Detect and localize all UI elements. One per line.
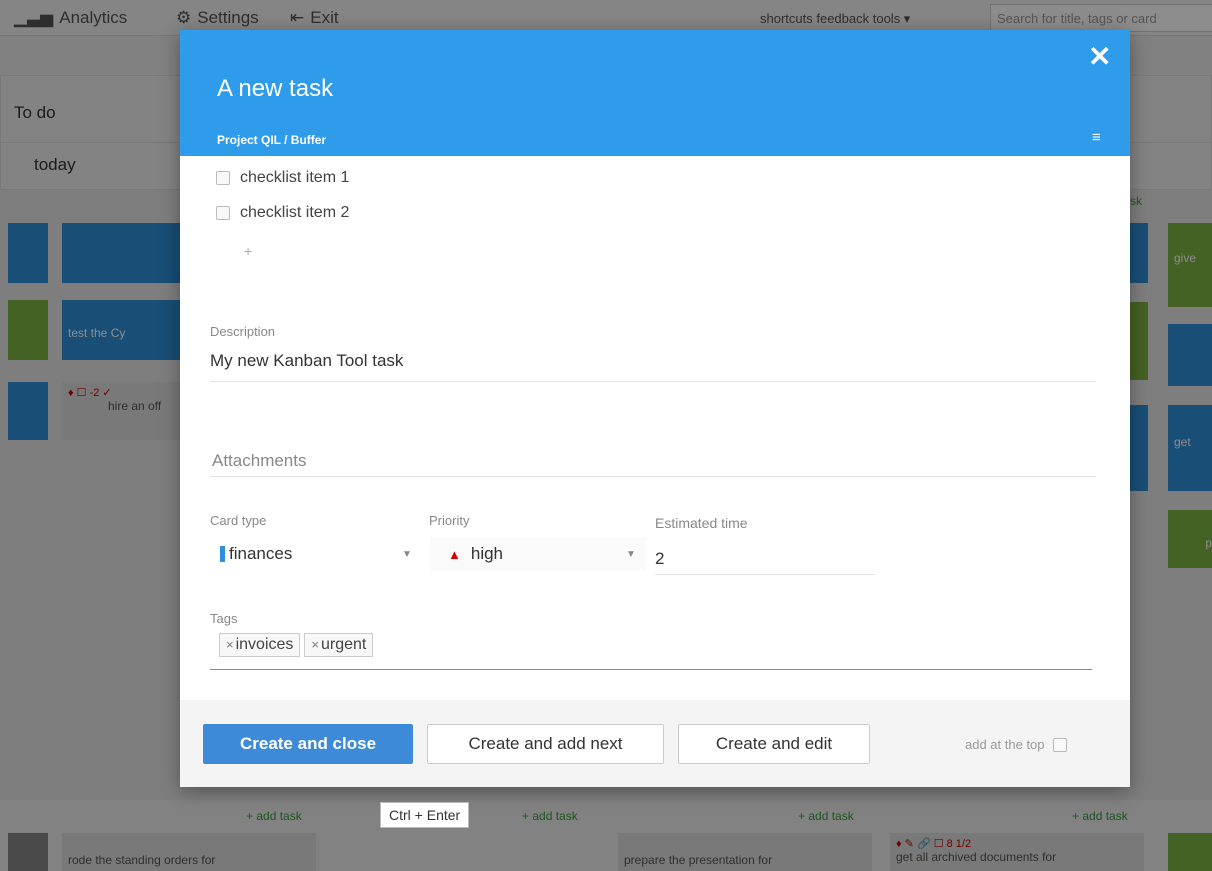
add-at-top-label: add at the top [965, 737, 1045, 752]
description-label: Description [210, 324, 276, 339]
checklist-item-label: checklist item 1 [240, 169, 350, 186]
create-and-edit-button[interactable]: Create and edit [678, 724, 870, 764]
chevron-down-icon: ▼ [402, 548, 412, 560]
chevron-down-icon: ▼ [626, 548, 636, 560]
tag-chip: × invoices [219, 633, 301, 657]
divider [210, 476, 1096, 477]
tag-label: invoices [235, 636, 294, 653]
divider [655, 574, 875, 575]
add-at-top-option[interactable]: add at the top [965, 737, 1067, 752]
estimated-time-input[interactable]: 2 [655, 549, 664, 569]
create-and-close-button[interactable]: Create and close [203, 724, 413, 764]
priority-high-icon: ▲ [448, 546, 461, 562]
checkbox[interactable] [216, 206, 230, 220]
remove-tag-icon[interactable]: × [311, 637, 319, 652]
checkbox[interactable] [216, 171, 230, 185]
dialog-title: A new task [217, 75, 334, 102]
estimated-time-label: Estimated time [655, 515, 748, 531]
shortcut-tooltip: Ctrl + Enter [380, 802, 470, 828]
priority-label: Priority [429, 513, 470, 528]
checklist-item[interactable]: checklist item 1 [216, 169, 349, 187]
card-type-value: finances [229, 544, 293, 563]
menu-icon[interactable]: ≡ [1092, 129, 1101, 146]
add-at-top-checkbox[interactable] [1052, 737, 1067, 752]
tags-label: Tags [210, 611, 238, 626]
card-type-color-swatch [220, 546, 225, 562]
divider [210, 381, 1096, 382]
priority-select[interactable]: ▲ high ▼ [430, 537, 646, 571]
project-breadcrumb[interactable]: Project QIL / Buffer [217, 133, 326, 147]
card-type-select[interactable]: finances ▼ [220, 537, 420, 571]
tag-chip: × urgent [304, 633, 374, 657]
checklist-item[interactable]: checklist item 2 [216, 204, 349, 222]
priority-value: high [470, 544, 504, 563]
remove-tag-icon[interactable]: × [226, 637, 234, 652]
add-checklist-item-button[interactable]: + [244, 243, 252, 259]
new-task-dialog: A new task ✕ Project QIL / Buffer ≡ chec… [180, 30, 1130, 787]
tag-label: urgent [321, 636, 367, 653]
tags-input[interactable]: × invoices × urgent [219, 633, 377, 657]
attachments-field[interactable]: Attachments [212, 451, 307, 471]
description-field[interactable]: My new Kanban Tool task [210, 351, 403, 371]
create-and-add-next-button[interactable]: Create and add next [427, 724, 664, 764]
close-icon[interactable]: ✕ [1088, 40, 1111, 73]
dialog-header: A new task ✕ Project QIL / Buffer ≡ [180, 30, 1130, 156]
card-type-label: Card type [210, 513, 267, 528]
checklist-item-label: checklist item 2 [240, 204, 350, 221]
divider [210, 669, 1092, 670]
